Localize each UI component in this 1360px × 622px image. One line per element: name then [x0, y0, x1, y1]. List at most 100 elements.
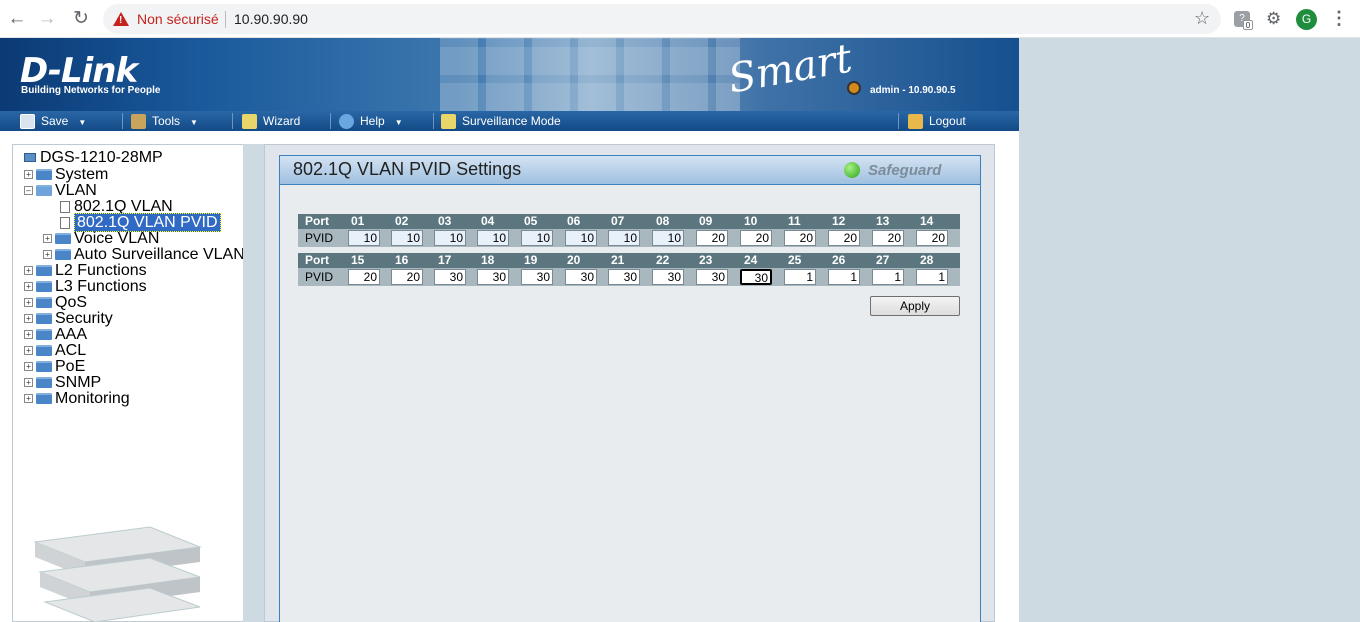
pvid-input-port-01[interactable]: 10 [348, 230, 380, 246]
logo-tagline: Building Networks for People [21, 85, 161, 96]
pvid-input-port-12[interactable]: 20 [828, 230, 860, 246]
tree-item-security[interactable]: + Security [24, 311, 113, 327]
extension-icon[interactable]: ? 0 [1234, 11, 1253, 30]
url-text[interactable]: 10.90.90.90 [234, 11, 308, 27]
pvid-input-port-11[interactable]: 20 [784, 230, 816, 246]
tree-item-l3-functions[interactable]: + L3 Functions [24, 279, 147, 295]
expand-icon[interactable]: + [24, 170, 33, 180]
port-number: 21 [611, 253, 625, 267]
tree-item-monitoring[interactable]: + Monitoring [24, 391, 130, 407]
forward-icon[interactable]: → [36, 8, 58, 30]
pvid-input-port-16[interactable]: 20 [391, 269, 423, 285]
port-number: 16 [395, 253, 409, 267]
safeguard-label: Safeguard [868, 162, 942, 179]
folder-icon [36, 361, 52, 373]
back-icon[interactable]: ← [6, 8, 28, 30]
expand-icon[interactable]: + [43, 234, 52, 244]
expand-icon[interactable]: + [24, 362, 33, 372]
pvid-input-port-02[interactable]: 10 [391, 230, 423, 246]
pvid-input-port-07[interactable]: 10 [608, 230, 640, 246]
pvid-row-2: PVID 20 20 30 30 30 30 30 30 30 30 1 1 1… [298, 268, 960, 286]
pvid-input-port-26[interactable]: 1 [828, 269, 860, 285]
pvid-input-port-05[interactable]: 10 [521, 230, 553, 246]
pvid-input-port-14[interactable]: 20 [916, 230, 948, 246]
pvid-input-port-28[interactable]: 1 [916, 269, 948, 285]
pvid-input-port-04[interactable]: 10 [477, 230, 509, 246]
tree-item-802-1q-vlan-pvid[interactable]: 802.1Q VLAN PVID [60, 213, 221, 232]
folder-icon [36, 345, 52, 357]
expand-icon[interactable]: + [24, 346, 33, 356]
user-icon [847, 81, 861, 95]
folder-icon [36, 169, 52, 181]
pvid-input-port-27[interactable]: 1 [872, 269, 904, 285]
tree-item-vlan[interactable]: – VLAN [24, 183, 97, 199]
tree-item-aaa[interactable]: + AAA [24, 327, 87, 343]
pvid-input-port-25[interactable]: 1 [784, 269, 816, 285]
pvid-input-port-15[interactable]: 20 [348, 269, 380, 285]
tree-item-voice-vlan[interactable]: + Voice VLAN [43, 231, 159, 247]
extensions-puzzle-icon[interactable]: ⚙ [1266, 9, 1281, 29]
port-number: 23 [699, 253, 713, 267]
apply-button[interactable]: Apply [870, 296, 960, 316]
expand-icon[interactable]: + [43, 250, 52, 260]
pvid-input-port-17[interactable]: 30 [434, 269, 466, 285]
logout-key-icon [908, 114, 923, 130]
pvid-input-port-13[interactable]: 20 [872, 230, 904, 246]
save-menu[interactable]: Save ▼ [20, 111, 86, 131]
folder-icon [36, 393, 52, 405]
port-number: 17 [438, 253, 452, 267]
header-banner: D-Link Building Networks for People Smar… [0, 38, 1019, 111]
expand-icon[interactable]: + [24, 282, 33, 292]
menu-kebab-icon[interactable]: ⋮ [1330, 8, 1348, 29]
surveillance-mode-button[interactable]: Surveillance Mode [441, 111, 561, 131]
pvid-input-port-19[interactable]: 30 [521, 269, 553, 285]
tree-item-acl[interactable]: + ACL [24, 343, 86, 359]
tree-item-system[interactable]: + System [24, 167, 108, 183]
wizard-icon [242, 114, 257, 130]
profile-avatar[interactable]: G [1296, 9, 1317, 30]
pvid-input-port-10[interactable]: 20 [740, 230, 772, 246]
tree-item-qos[interactable]: + QoS [24, 295, 87, 311]
port-number: 12 [832, 214, 846, 228]
tree-root[interactable]: DGS-1210-28MP [24, 150, 163, 166]
help-menu[interactable]: Help ▼ [339, 111, 403, 131]
port-number: 24 [744, 253, 758, 267]
bookmark-star-icon[interactable]: ☆ [1194, 8, 1210, 29]
chevron-down-icon: ▼ [394, 118, 403, 127]
tree-item-poe[interactable]: + PoE [24, 359, 85, 375]
pvid-input-port-03[interactable]: 10 [434, 230, 466, 246]
expand-icon[interactable]: + [24, 378, 33, 388]
switch-icon [24, 153, 36, 163]
collapse-icon[interactable]: – [24, 186, 33, 196]
pvid-input-port-23[interactable]: 30 [696, 269, 728, 285]
pvid-input-port-09[interactable]: 20 [696, 230, 728, 246]
expand-icon[interactable]: + [24, 266, 33, 276]
chevron-down-icon: ▼ [190, 118, 198, 127]
wizard-button[interactable]: Wizard [242, 111, 300, 131]
security-label[interactable]: Non sécurisé [137, 11, 219, 27]
expand-icon[interactable]: + [24, 314, 33, 324]
main-toolbar: Save ▼ Tools ▼ Wizard Help ▼ Surveillance M… [0, 111, 1019, 131]
pvid-input-port-08[interactable]: 10 [652, 230, 684, 246]
pvid-input-port-21[interactable]: 30 [608, 269, 640, 285]
pvid-input-port-24[interactable]: 30 [740, 269, 772, 285]
port-number: 10 [744, 214, 758, 228]
expand-icon[interactable]: + [24, 394, 33, 404]
logout-button[interactable]: Logout [908, 111, 966, 131]
pvid-input-port-18[interactable]: 30 [477, 269, 509, 285]
pvid-input-port-22[interactable]: 30 [652, 269, 684, 285]
reload-icon[interactable]: ↻ [70, 8, 92, 30]
pvid-input-port-20[interactable]: 30 [565, 269, 597, 285]
tree-item-l2-functions[interactable]: + L2 Functions [24, 263, 147, 279]
expand-icon[interactable]: + [24, 298, 33, 308]
port-number: 04 [481, 214, 495, 228]
port-number: 01 [351, 214, 365, 228]
port-number: 18 [481, 253, 495, 267]
tree-item-auto-surveillance-vlan[interactable]: + Auto Surveillance VLAN [43, 247, 245, 263]
expand-icon[interactable]: + [24, 330, 33, 340]
tools-menu[interactable]: Tools ▼ [131, 111, 198, 131]
pvid-input-port-06[interactable]: 10 [565, 230, 597, 246]
floppy-icon [20, 114, 35, 130]
tree-item-snmp[interactable]: + SNMP [24, 375, 101, 391]
pvid-row-1: PVID 10 10 10 10 10 10 10 10 20 20 20 20… [298, 229, 960, 247]
